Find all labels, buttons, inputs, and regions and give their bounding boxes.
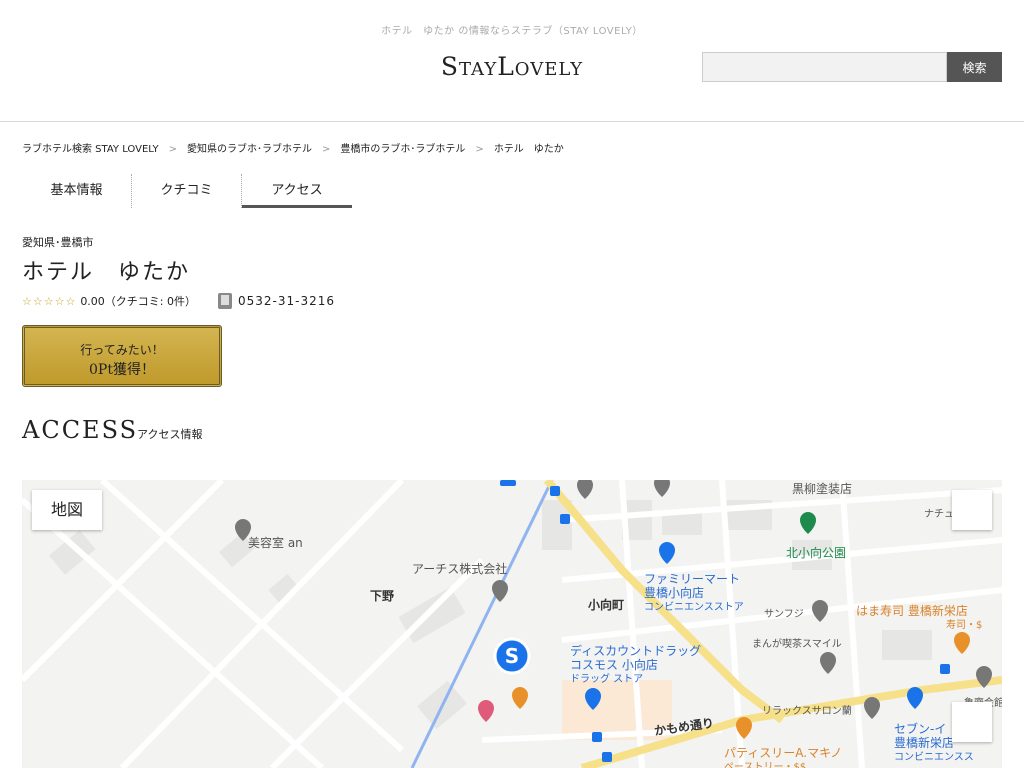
page-title: ホテル ゆたか: [22, 260, 191, 285]
map-label-beauty-salon[interactable]: 美容室 an: [248, 534, 303, 551]
phone-icon: [218, 293, 233, 309]
rating-stars: ☆☆☆☆☆: [22, 294, 77, 308]
map-label-nachu[interactable]: ナチュ: [924, 505, 954, 520]
map-label-cosmos-type: ドラッグ ストア: [570, 674, 644, 685]
breadcrumb: ラブホテル検索 STAY LOVELY > 愛知県のラブホ･ラブホテル > 豊橋市のラブ…: [22, 140, 564, 155]
map-roads: [22, 480, 1002, 768]
breadcrumb-separator: >: [322, 144, 331, 155]
breadcrumb-current: ホテル ゆたか: [493, 144, 564, 155]
map-label-seven-type: コンビニエンスス: [894, 752, 974, 763]
map-label-kuroyanagi[interactable]: 黒柳塗装店: [792, 480, 852, 497]
site-header: ホテル ゆたか の情報ならステラブ（STAY LOVELY） StayLovel…: [0, 0, 1024, 122]
map-label-manga-cafe[interactable]: まんが喫茶スマイル: [752, 635, 842, 650]
breadcrumb-separator: >: [168, 144, 178, 155]
map-label-park[interactable]: 北小向公園: [786, 544, 846, 561]
breadcrumb-separator: >: [475, 144, 484, 155]
map-label-sanfuji[interactable]: サンフジ: [764, 605, 804, 620]
want-to-go-label: 行ってみたい！: [80, 343, 164, 357]
map-label-hama-sushi-type: 寿司・$: [946, 620, 983, 631]
search-input[interactable]: [702, 52, 947, 82]
breadcrumb-link-city[interactable]: 豊橋市のラブホ･ラブホテル: [340, 144, 465, 155]
hotel-location: 愛知県･豊橋市: [22, 236, 94, 249]
want-to-go-button[interactable]: 行ってみたい！ 0Pt獲得！: [22, 325, 222, 387]
site-tagline: ホテル ゆたか の情報ならステラブ（STAY LOVELY）: [381, 26, 643, 37]
points-label: 0Pt獲得！: [89, 362, 155, 378]
search-button[interactable]: 検索: [947, 52, 1002, 82]
breadcrumb-link-top[interactable]: ラブホテル検索 STAY LOVELY: [22, 144, 159, 155]
map-label-patisserie-type: ペーストリー・$$: [724, 762, 807, 768]
tab-reviews[interactable]: クチコミ: [132, 174, 242, 208]
map-label-shimono: 下野: [370, 589, 395, 603]
tab-access[interactable]: アクセス: [242, 174, 352, 208]
breadcrumb-link-prefecture[interactable]: 愛知県のラブホ･ラブホテル: [187, 144, 312, 155]
access-subheading: アクセス情報: [137, 428, 203, 441]
phone-number[interactable]: 0532-31-3216: [238, 294, 335, 308]
map-label-familymart-type: コンビニエンスストア: [644, 602, 744, 613]
access-map[interactable]: 美容室 an アーチス株式会社 下野 小向町 黒柳塗装店 北小向公園 ファミリー…: [22, 480, 1002, 768]
tab-basic-info[interactable]: 基本情報: [22, 174, 132, 208]
rating-text: 0.00（クチコミ: 0件）: [80, 295, 197, 308]
access-heading: ACCESS: [22, 416, 139, 444]
hotel-rating: ☆☆☆☆☆ 0.00（クチコミ: 0件） 0532-31-3216: [22, 293, 335, 309]
map-label-relax-salon[interactable]: リラックスサロン蘭: [762, 702, 852, 717]
street-view-button[interactable]: [952, 702, 992, 742]
map-label-archis[interactable]: アーチス株式会社: [412, 560, 507, 577]
hotel-tabs: 基本情報 クチコミ アクセス: [22, 174, 352, 210]
fullscreen-button[interactable]: [952, 490, 992, 530]
map-label-komukai: 小向町: [588, 598, 625, 612]
map-type-button[interactable]: 地図: [32, 490, 102, 530]
